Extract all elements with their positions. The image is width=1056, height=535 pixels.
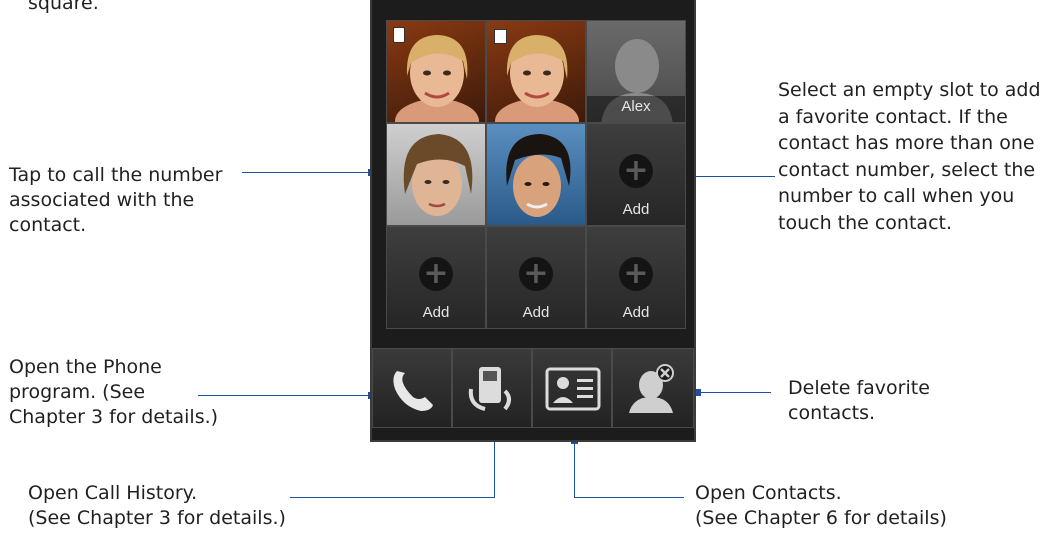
plus-icon: + — [619, 154, 653, 188]
leader-line-contacts-v — [574, 440, 575, 498]
callout-square-tail: square. — [28, 0, 99, 14]
delete-contact-icon — [629, 364, 674, 413]
favorite-tile-man-1[interactable] — [386, 123, 486, 226]
leader-line-contacts-h — [574, 497, 684, 498]
mobile-phone-icon — [393, 27, 405, 43]
call-history-button[interactable] — [452, 348, 532, 428]
add-favorite-slot[interactable]: + Add — [586, 123, 686, 226]
callout-delete-favorite: Delete favorite contacts. — [788, 377, 930, 424]
leader-line-call-history-h — [290, 497, 495, 498]
leader-line-select-empty — [683, 176, 775, 177]
contact-photo — [506, 134, 571, 217]
add-favorite-slot[interactable]: + Add — [486, 226, 586, 329]
plus-icon: + — [519, 257, 553, 291]
plus-icon: + — [619, 257, 653, 291]
delete-favorites-button[interactable] — [612, 348, 694, 428]
leader-line-call-history-v — [494, 438, 495, 498]
phone-button[interactable] — [372, 348, 452, 428]
contact-card-icon — [545, 367, 601, 411]
favorites-screen: Alex + Add + Add + Add + Add — [370, 0, 696, 442]
callout-select-empty-slot: Select an empty slot to add a favorite c… — [778, 79, 1041, 234]
leader-line-delete — [697, 392, 771, 393]
work-building-icon — [494, 29, 507, 44]
favorite-tile-man-2[interactable] — [486, 123, 586, 226]
favorite-tile-alex[interactable]: Alex — [586, 20, 686, 123]
contacts-button[interactable] — [532, 348, 612, 428]
callout-open-contacts: Open Contacts. (See Chapter 6 for detail… — [695, 482, 947, 529]
callout-open-phone: Open the Phone program. (See Chapter 3 f… — [9, 356, 219, 428]
leader-line-open-phone — [198, 395, 373, 396]
callout-call-history: Open Call History. (See Chapter 3 for de… — [28, 482, 286, 529]
add-favorite-slot[interactable]: + Add — [386, 226, 486, 329]
leader-line-tap-to-call — [242, 172, 372, 173]
contact-name-label: Alex — [621, 98, 651, 115]
callout-tap-to-call: Tap to call the number associated with t… — [9, 164, 223, 236]
call-history-icon — [468, 367, 511, 411]
phone-icon — [393, 371, 433, 411]
favorite-tile-woman-work[interactable] — [486, 20, 586, 123]
contact-photo — [403, 134, 473, 216]
favorite-tile-woman-mobile[interactable] — [386, 20, 486, 123]
add-favorite-slot[interactable]: + Add — [586, 226, 686, 329]
plus-icon: + — [419, 257, 453, 291]
